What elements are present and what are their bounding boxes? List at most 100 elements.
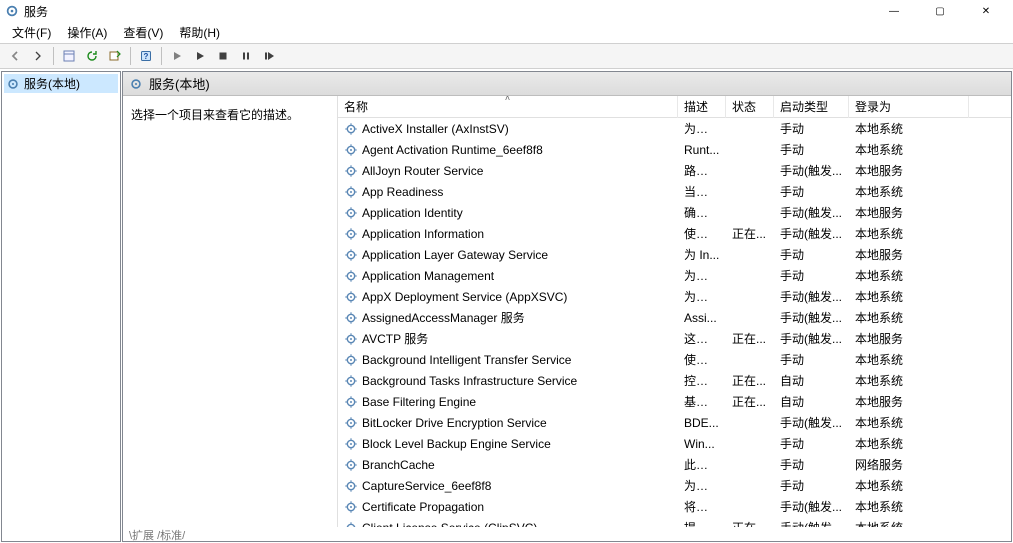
minimize-button[interactable]: — xyxy=(871,0,917,22)
cell-status xyxy=(726,190,774,194)
menu-view[interactable]: 查看(V) xyxy=(115,22,171,43)
cell-startup: 手动 xyxy=(774,454,849,475)
table-row[interactable]: Application Layer Gateway Service为 In...… xyxy=(338,244,1011,265)
table-row[interactable]: AssignedAccessManager 服务Assi...手动(触发...本… xyxy=(338,307,1011,328)
cell-status xyxy=(726,421,774,425)
table-row[interactable]: Block Level Backup Engine ServiceWin...手… xyxy=(338,433,1011,454)
cell-startup: 自动 xyxy=(774,391,849,412)
service-gear-icon xyxy=(344,290,358,304)
column-logon[interactable]: 登录为 xyxy=(849,96,969,118)
back-button[interactable] xyxy=(4,45,26,67)
start-button-2[interactable] xyxy=(189,45,211,67)
tree-pane: 服务(本地) xyxy=(1,71,121,542)
cell-name: AssignedAccessManager 服务 xyxy=(338,307,678,328)
cell-status xyxy=(726,505,774,509)
cell-name: Background Intelligent Transfer Service xyxy=(338,351,678,369)
cell-name: Application Management xyxy=(338,267,678,285)
cell-description: 为通 ... xyxy=(678,265,726,286)
cell-startup: 手动(触发... xyxy=(774,160,849,181)
cell-description: Assi... xyxy=(678,309,726,327)
table-row[interactable]: Base Filtering Engine基本 ...正在...自动本地服务 xyxy=(338,391,1011,412)
table-row[interactable]: Application Information使用 ...正在...手动(触发.… xyxy=(338,223,1011,244)
cell-status: 正在... xyxy=(726,391,774,412)
service-gear-icon xyxy=(344,206,358,220)
cell-status: 正在... xyxy=(726,370,774,391)
details-header: 服务(本地) xyxy=(123,72,1011,96)
table-row[interactable]: Agent Activation Runtime_6eef8f8Runt...手… xyxy=(338,139,1011,160)
cell-startup: 手动 xyxy=(774,118,849,139)
cell-status xyxy=(726,169,774,173)
table-row[interactable]: Certificate Propagation将用 ...手动(触发...本地系… xyxy=(338,496,1011,517)
cell-logon: 本地系统 xyxy=(849,118,969,139)
cell-name: AVCTP 服务 xyxy=(338,328,678,349)
tree-root-item[interactable]: 服务(本地) xyxy=(4,74,118,93)
cell-description: 这是 ... xyxy=(678,328,726,349)
table-row[interactable]: BitLocker Drive Encryption ServiceBDE...… xyxy=(338,412,1011,433)
export-button[interactable] xyxy=(104,45,126,67)
table-row[interactable]: AllJoyn Router Service路由 ...手动(触发...本地服务 xyxy=(338,160,1011,181)
table-row[interactable]: CaptureService_6eef8f8为调 ...手动本地系统 xyxy=(338,475,1011,496)
service-gear-icon xyxy=(344,479,358,493)
cell-startup: 手动(触发... xyxy=(774,412,849,433)
menu-action[interactable]: 操作(A) xyxy=(59,22,115,43)
pause-button[interactable] xyxy=(235,45,257,67)
cell-startup: 手动 xyxy=(774,433,849,454)
menu-help[interactable]: 帮助(H) xyxy=(171,22,228,43)
refresh-button[interactable] xyxy=(81,45,103,67)
help-button[interactable]: ? xyxy=(135,45,157,67)
cell-name: Application Information xyxy=(338,225,678,243)
cell-description: 使用 ... xyxy=(678,223,726,244)
table-row[interactable]: Client License Service (ClipSVC)提供 ...正在… xyxy=(338,517,1011,527)
service-gear-icon xyxy=(344,416,358,430)
table-row[interactable]: App Readiness当用 ...手动本地系统 xyxy=(338,181,1011,202)
column-name[interactable]: 名称 ˄ xyxy=(338,96,678,118)
maximize-button[interactable]: ▢ xyxy=(917,0,963,22)
table-row[interactable]: Background Tasks Infrastructure Service控… xyxy=(338,370,1011,391)
window-title: 服务 xyxy=(24,3,48,20)
column-description[interactable]: 描述 xyxy=(678,96,726,118)
service-gear-icon xyxy=(344,227,358,241)
cell-logon: 网络服务 xyxy=(849,454,969,475)
restart-button[interactable] xyxy=(258,45,280,67)
cell-status xyxy=(726,274,774,278)
table-row[interactable]: ActiveX Installer (AxInstSV)为从 ...手动本地系统 xyxy=(338,118,1011,139)
cell-logon: 本地服务 xyxy=(849,244,969,265)
table-row[interactable]: Application Management为通 ...手动本地系统 xyxy=(338,265,1011,286)
cell-description: 当用 ... xyxy=(678,181,726,202)
column-startup[interactable]: 启动类型 xyxy=(774,96,849,118)
cell-status xyxy=(726,442,774,446)
cell-startup: 手动 xyxy=(774,244,849,265)
main-area: 服务(本地) 服务(本地) 选择一个项目来查看它的描述。 名称 ˄ 描述 状态 … xyxy=(0,69,1013,543)
service-gear-icon xyxy=(344,143,358,157)
description-panel: 选择一个项目来查看它的描述。 xyxy=(123,96,338,527)
table-row[interactable]: Application Identity确定 ...手动(触发...本地服务 xyxy=(338,202,1011,223)
stop-button[interactable] xyxy=(212,45,234,67)
cell-status: 正在... xyxy=(726,328,774,349)
bottom-tabs[interactable]: \扩展 /标准/ xyxy=(129,527,1011,541)
table-row[interactable]: BranchCache此服 ...手动网络服务 xyxy=(338,454,1011,475)
table-row[interactable]: AppX Deployment Service (AppXSVC)为部 ...手… xyxy=(338,286,1011,307)
table-row[interactable]: Background Intelligent Transfer Service使… xyxy=(338,349,1011,370)
list-header: 名称 ˄ 描述 状态 启动类型 登录为 xyxy=(338,96,1011,118)
cell-description: 确定 ... xyxy=(678,202,726,223)
properties-button[interactable] xyxy=(58,45,80,67)
cell-description: 为从 ... xyxy=(678,118,726,139)
cell-status xyxy=(726,463,774,467)
cell-description: 基本 ... xyxy=(678,391,726,412)
cell-startup: 手动 xyxy=(774,181,849,202)
service-list[interactable]: 名称 ˄ 描述 状态 启动类型 登录为 ActiveX Installer (A… xyxy=(338,96,1011,527)
close-button[interactable]: ✕ xyxy=(963,0,1009,22)
services-icon xyxy=(129,77,143,91)
menu-file[interactable]: 文件(F) xyxy=(4,22,59,43)
table-row[interactable]: AVCTP 服务这是 ...正在...手动(触发...本地服务 xyxy=(338,328,1011,349)
cell-logon: 本地服务 xyxy=(849,202,969,223)
cell-startup: 手动(触发... xyxy=(774,517,849,527)
service-gear-icon xyxy=(344,269,358,283)
column-status[interactable]: 状态 xyxy=(726,96,774,118)
start-button[interactable] xyxy=(166,45,188,67)
cell-description: 控制 ... xyxy=(678,370,726,391)
cell-startup: 手动(触发... xyxy=(774,223,849,244)
cell-startup: 手动(触发... xyxy=(774,307,849,328)
cell-description: 提供 ... xyxy=(678,517,726,527)
forward-button[interactable] xyxy=(27,45,49,67)
